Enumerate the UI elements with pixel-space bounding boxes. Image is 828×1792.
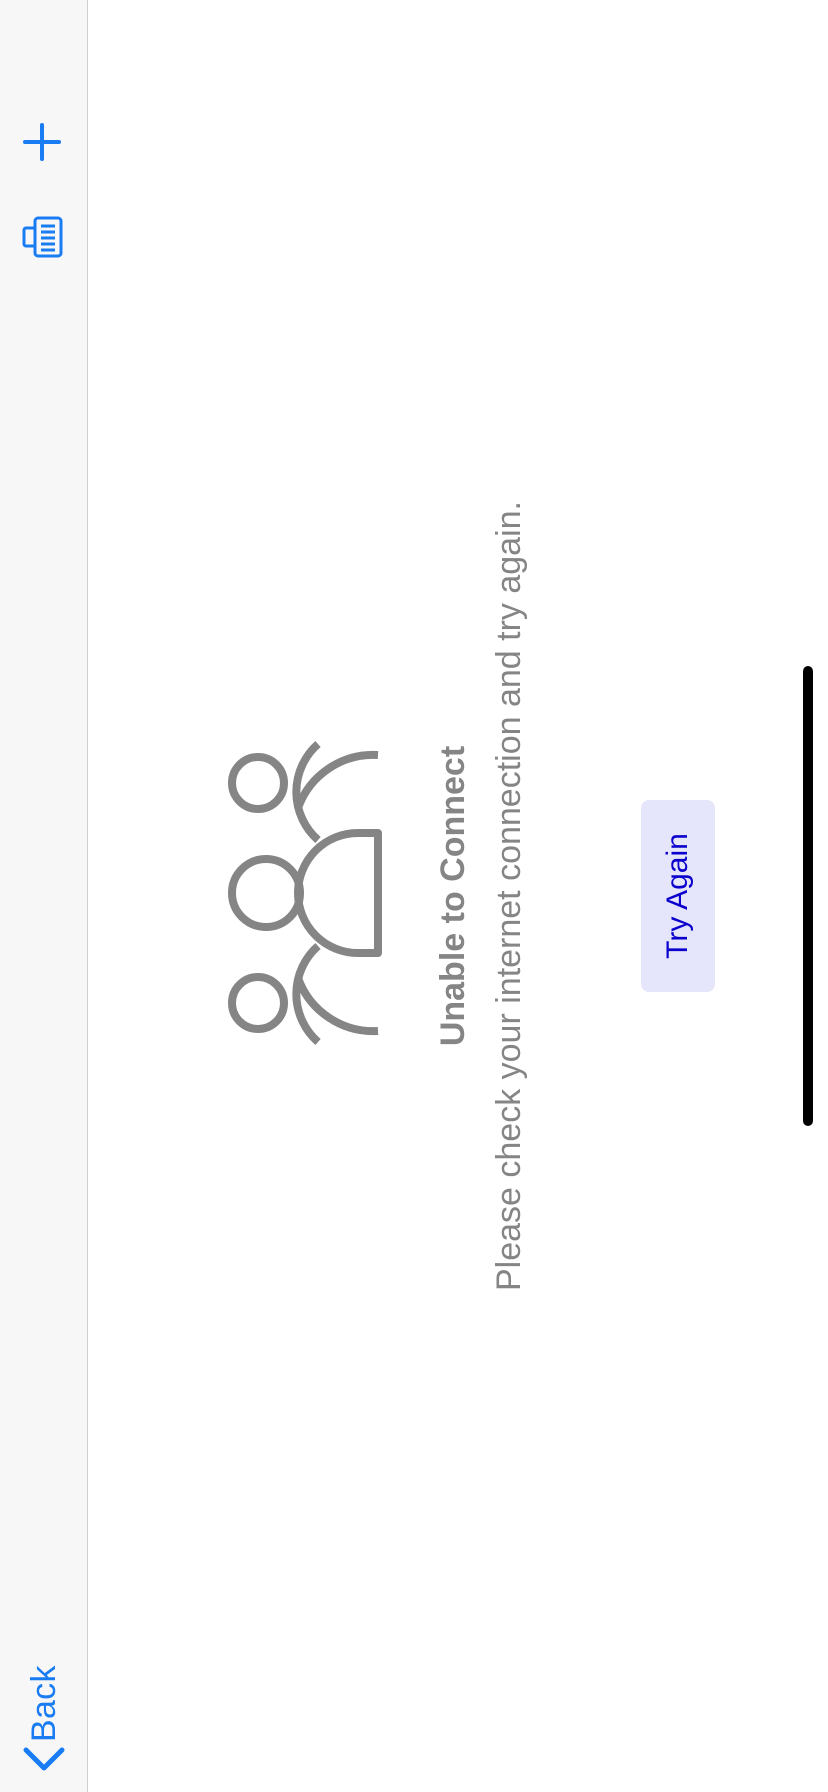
app-screen: Back Unable to Connect Please check your… xyxy=(0,0,828,1792)
add-button[interactable] xyxy=(14,112,74,172)
groups-icon xyxy=(218,740,398,1046)
back-label: Back xyxy=(24,1665,63,1742)
home-indicator[interactable] xyxy=(803,666,813,1126)
try-again-button[interactable]: Try Again xyxy=(641,800,715,992)
error-title: Unable to Connect xyxy=(434,745,472,1047)
plus-icon xyxy=(22,122,67,162)
back-button[interactable]: Back xyxy=(14,1665,74,1772)
navigation-bar: Back xyxy=(0,0,88,1792)
rotated-content: Back Unable to Connect Please check your… xyxy=(0,0,828,1792)
try-again-label: Try Again xyxy=(661,833,694,959)
chevron-left-icon xyxy=(22,1746,66,1772)
compose-list-icon xyxy=(17,212,72,262)
error-message: Please check your internet connection an… xyxy=(490,500,528,1292)
compose-button[interactable] xyxy=(14,207,74,267)
